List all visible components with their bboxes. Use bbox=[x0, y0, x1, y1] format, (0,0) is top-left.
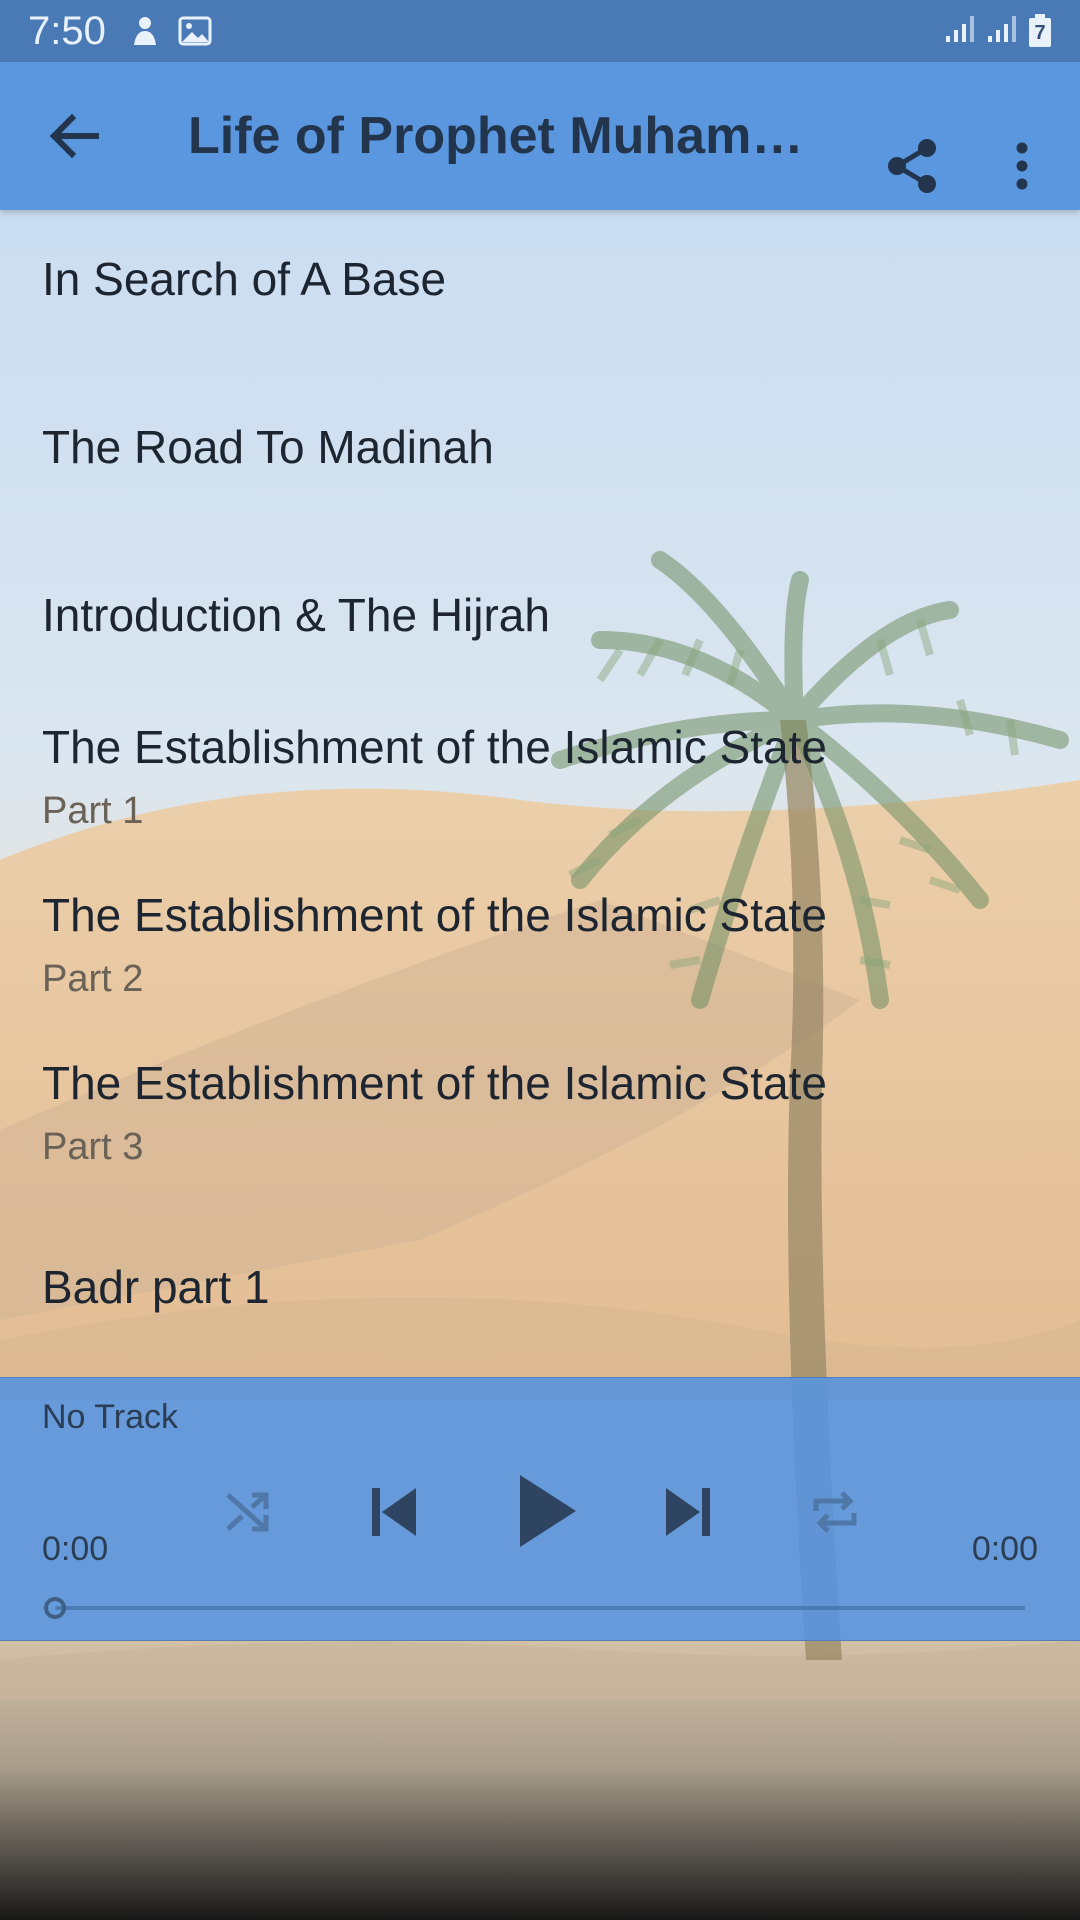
play-button[interactable] bbox=[504, 1466, 590, 1556]
arrow-back-icon bbox=[49, 113, 99, 159]
shuffle-icon bbox=[226, 1492, 269, 1532]
battery-icon: 7 bbox=[1028, 14, 1052, 48]
page-title: Life of Prophet Muhammad bbox=[188, 107, 828, 165]
share-button[interactable] bbox=[882, 136, 942, 196]
image-notification-icon bbox=[178, 16, 212, 46]
skip-next-icon bbox=[666, 1488, 710, 1536]
track-subtitle: Part 2 bbox=[42, 958, 144, 1000]
more-options-button[interactable] bbox=[1000, 136, 1044, 196]
track-title: Badr part 1 bbox=[42, 1261, 270, 1313]
track-subtitle: Part 1 bbox=[42, 790, 144, 832]
media-player: No Track 0:00 0:00 bbox=[0, 1377, 1080, 1641]
battery-level: 7 bbox=[1034, 22, 1046, 44]
list-item[interactable]: Badr part 1 bbox=[0, 1218, 1080, 1386]
list-item[interactable]: In Search of A Base bbox=[0, 210, 1080, 378]
total-duration: 0:00 bbox=[971, 1530, 1038, 1568]
share-icon bbox=[888, 139, 936, 193]
track-subtitle: Part 3 bbox=[42, 1126, 144, 1168]
progress-bar[interactable] bbox=[55, 1606, 1025, 1610]
next-button[interactable] bbox=[654, 1478, 722, 1546]
signal-icon-2 bbox=[986, 14, 1018, 49]
track-title: The Establishment of the Islamic State bbox=[42, 1057, 827, 1109]
track-title: In Search of A Base bbox=[42, 253, 447, 305]
track-title: The Establishment of the Islamic State bbox=[42, 721, 827, 773]
app-bar: Life of Prophet Muhammad bbox=[0, 62, 1080, 210]
list-item[interactable]: The Establishment of the Islamic State P… bbox=[0, 882, 1080, 1050]
list-item[interactable]: Introduction & The Hijrah bbox=[0, 546, 1080, 714]
status-time: 7:50 bbox=[28, 8, 106, 53]
now-playing-label: No Track bbox=[42, 1398, 179, 1436]
notification-app-icon bbox=[128, 15, 160, 47]
progress-thumb[interactable] bbox=[44, 1597, 66, 1619]
track-title: Introduction & The Hijrah bbox=[42, 589, 550, 641]
play-icon bbox=[520, 1475, 576, 1547]
track-title: The Road To Madinah bbox=[42, 421, 494, 473]
track-title: The Establishment of the Islamic State bbox=[42, 889, 827, 941]
list-item[interactable]: The Road To Madinah bbox=[0, 378, 1080, 546]
shuffle-button[interactable] bbox=[218, 1482, 278, 1542]
list-item[interactable]: The Establishment of the Islamic State P… bbox=[0, 714, 1080, 882]
skip-previous-icon bbox=[372, 1488, 416, 1536]
back-button[interactable] bbox=[44, 106, 104, 166]
more-vert-icon bbox=[1016, 142, 1028, 190]
elapsed-time: 0:00 bbox=[42, 1530, 109, 1568]
status-bar: 7:50 7 bbox=[0, 0, 1080, 62]
repeat-button[interactable] bbox=[804, 1482, 866, 1542]
list-item[interactable]: The Establishment of the Islamic State P… bbox=[0, 1050, 1080, 1218]
repeat-icon bbox=[813, 1491, 857, 1533]
signal-icon bbox=[944, 14, 976, 49]
previous-button[interactable] bbox=[360, 1478, 428, 1546]
